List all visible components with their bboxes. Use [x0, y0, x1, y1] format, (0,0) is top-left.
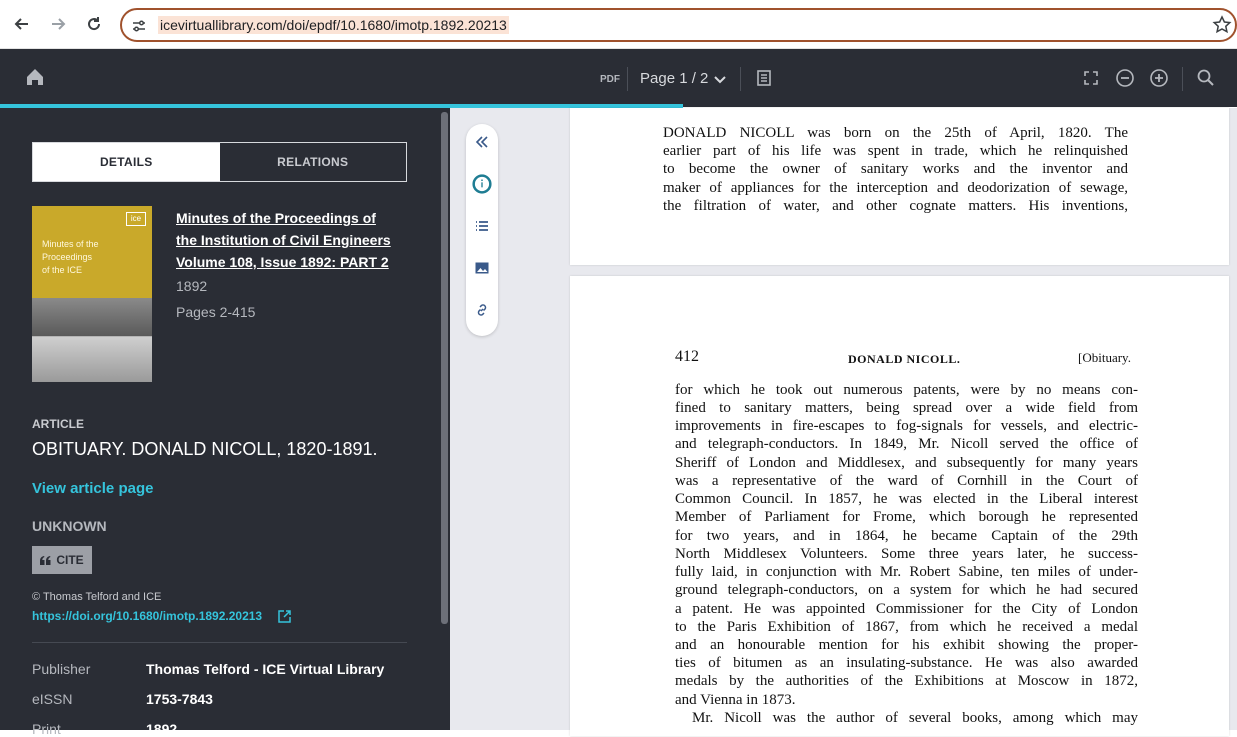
text-line: medals by the authorities of the Exhibit… [675, 673, 1138, 689]
text-line: ties of bitumen as an insulating-substan… [675, 655, 1138, 671]
panel-tabs: DETAILS RELATIONS [32, 142, 407, 182]
text-line: to the Paris Exhibition of 1867, from wh… [675, 619, 1138, 635]
view-article-link[interactable]: View article page [32, 480, 153, 497]
cover-photo [32, 298, 152, 382]
text-line: for two years, and in 1864, he became Ca… [675, 528, 1138, 544]
print-label: Print [32, 721, 61, 737]
issue-pages: Pages 2-415 [176, 304, 256, 320]
text-line: earlier part of his life was spent in tr… [663, 143, 1128, 159]
collapse-icon[interactable] [472, 132, 492, 152]
cite-button[interactable]: CITE [32, 546, 92, 574]
journal-cover[interactable]: ice Minutes of the Proceedings of the IC… [32, 206, 152, 382]
viewer-side-toolbar [466, 124, 498, 336]
toolbar-divider [740, 67, 741, 91]
browser-toolbar: icevirtuallibrary.com/doi/epdf/10.1680/i… [0, 0, 1237, 49]
text-line: DONALD NICOLL was born on the 25th of Ap… [663, 125, 1128, 141]
text-line: a patent. He was appointed Commissioner … [675, 601, 1138, 617]
toolbar-divider [1182, 67, 1183, 91]
text-line: Common Council. In 1857, he was elected … [675, 491, 1138, 507]
text-line: to become the owner of sanitary works an… [663, 161, 1128, 177]
cover-title: Minutes of the Proceedings of the ICE [42, 239, 99, 275]
text-line: fined to sanitary matters, being spread … [675, 400, 1138, 416]
text-line: fully laid, in conjunction with Mr. Robe… [675, 564, 1138, 580]
forward-icon[interactable] [46, 12, 70, 36]
zoom-in-icon[interactable] [1149, 68, 1169, 88]
quote-icon [40, 555, 51, 565]
site-settings-icon[interactable] [130, 17, 148, 35]
reload-icon[interactable] [82, 12, 106, 36]
eissn-label: eISSN [32, 691, 73, 707]
section-head: [Obituary. [1078, 350, 1131, 365]
toolbar-divider [627, 67, 628, 91]
running-head: DONALD NICOLL. [848, 352, 961, 366]
copyright-text: © Thomas Telford and ICE [32, 591, 162, 603]
article-label: ARTICLE [32, 417, 84, 431]
page-indicator[interactable]: Page 1 / 2 [640, 70, 708, 87]
text-line: for which he took out numerous patents, … [675, 382, 1138, 398]
text-line: ground telegraph-conductors, on a system… [675, 582, 1138, 598]
info-icon[interactable] [472, 174, 492, 194]
image-icon[interactable] [472, 258, 492, 278]
format-tag: PDF [600, 74, 620, 85]
fullscreen-icon[interactable] [1081, 68, 1101, 88]
issue-year: 1892 [176, 278, 208, 294]
text-line: and telegraph-conductors. In 1849, Mr. N… [675, 436, 1138, 452]
external-link-icon[interactable] [278, 610, 291, 623]
tab-details[interactable]: DETAILS [33, 143, 220, 181]
text-line: and Vienna in 1873. [675, 692, 796, 708]
tab-relations[interactable]: RELATIONS [219, 143, 406, 181]
back-icon[interactable] [10, 12, 34, 36]
address-bar[interactable]: icevirtuallibrary.com/doi/epdf/10.1680/i… [120, 8, 1237, 42]
doi-link[interactable]: https://doi.org/10.1680/imotp.1892.20213 [32, 609, 262, 623]
article-title: OBITUARY. DONALD NICOLL, 1820-1891. [32, 439, 378, 459]
chevron-down-icon[interactable] [713, 73, 727, 87]
text-line: Mr. Nicoll was the author of several boo… [692, 710, 1138, 726]
text-line: improvements in fire-escapes to fog-sign… [675, 418, 1138, 434]
text-line: Member of Parliament for Frome, which bo… [675, 509, 1138, 525]
journal-issue-link[interactable]: Minutes of the Proceedings of the Instit… [176, 207, 416, 273]
eissn-value: 1753-7843 [146, 691, 213, 707]
text-line: was a representative of the ward of Corn… [675, 473, 1138, 489]
cover-logo: ice [126, 212, 146, 226]
print-value: 1892 [146, 721, 178, 737]
section-divider [32, 642, 407, 643]
zoom-out-icon[interactable] [1115, 68, 1135, 88]
publisher-label: Publisher [32, 661, 91, 677]
search-icon[interactable] [1196, 68, 1216, 88]
cite-label: CITE [56, 553, 84, 567]
panel-scrollbar[interactable] [441, 112, 448, 624]
document-view-icon[interactable] [754, 68, 774, 88]
text-line: maker of appliances for the interception… [663, 180, 1128, 196]
publisher-value: Thomas Telford - ICE Virtual Library [146, 661, 385, 677]
text-line: the filtration of water, and other cogna… [663, 198, 1128, 214]
text-line: North Middlesex Volunteers. Some three y… [675, 546, 1138, 562]
link-icon[interactable] [472, 300, 492, 320]
page-number: 412 [675, 348, 699, 365]
toc-list-icon[interactable] [472, 216, 492, 236]
text-line: Sheriff of London and Middlesex, and sub… [675, 455, 1138, 471]
home-icon[interactable] [24, 66, 46, 88]
text-line: and an honourable mention for his exhibi… [675, 637, 1138, 653]
access-status: UNKNOWN [32, 518, 107, 534]
bookmark-star-icon[interactable] [1211, 14, 1233, 36]
url-text[interactable]: icevirtuallibrary.com/doi/epdf/10.1680/i… [158, 16, 509, 34]
